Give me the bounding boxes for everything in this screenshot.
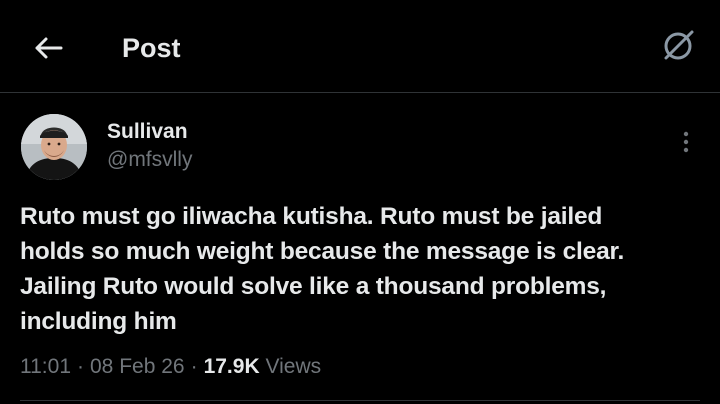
more-vertical-icon (683, 131, 689, 153)
author-handle[interactable]: @mfsvlly (107, 147, 192, 173)
grok-icon (664, 30, 694, 60)
views-count[interactable]: 17.9K (204, 355, 260, 378)
grok-button[interactable] (656, 24, 700, 68)
top-bar: Post (0, 0, 720, 93)
more-options-button[interactable] (672, 126, 700, 158)
post-date[interactable]: 08 Feb 26 (90, 355, 185, 378)
meta-separator: · (190, 355, 198, 378)
post-text: Ruto must go iliwacha kutisha. Ruto must… (20, 203, 625, 335)
author-name[interactable]: Sullivan (107, 119, 188, 145)
divider (20, 400, 700, 401)
page-title: Post (122, 33, 181, 63)
avatar-photo (21, 114, 87, 180)
arrow-left-icon (35, 37, 63, 59)
back-button[interactable] (28, 28, 68, 68)
views-label: Views (265, 355, 322, 378)
post-metadata: 11:01 · 08 Feb 26 · 17.9K Views (20, 352, 321, 382)
author-avatar[interactable] (21, 114, 87, 180)
post-time[interactable]: 11:01 (20, 355, 71, 378)
meta-separator: · (77, 355, 84, 378)
